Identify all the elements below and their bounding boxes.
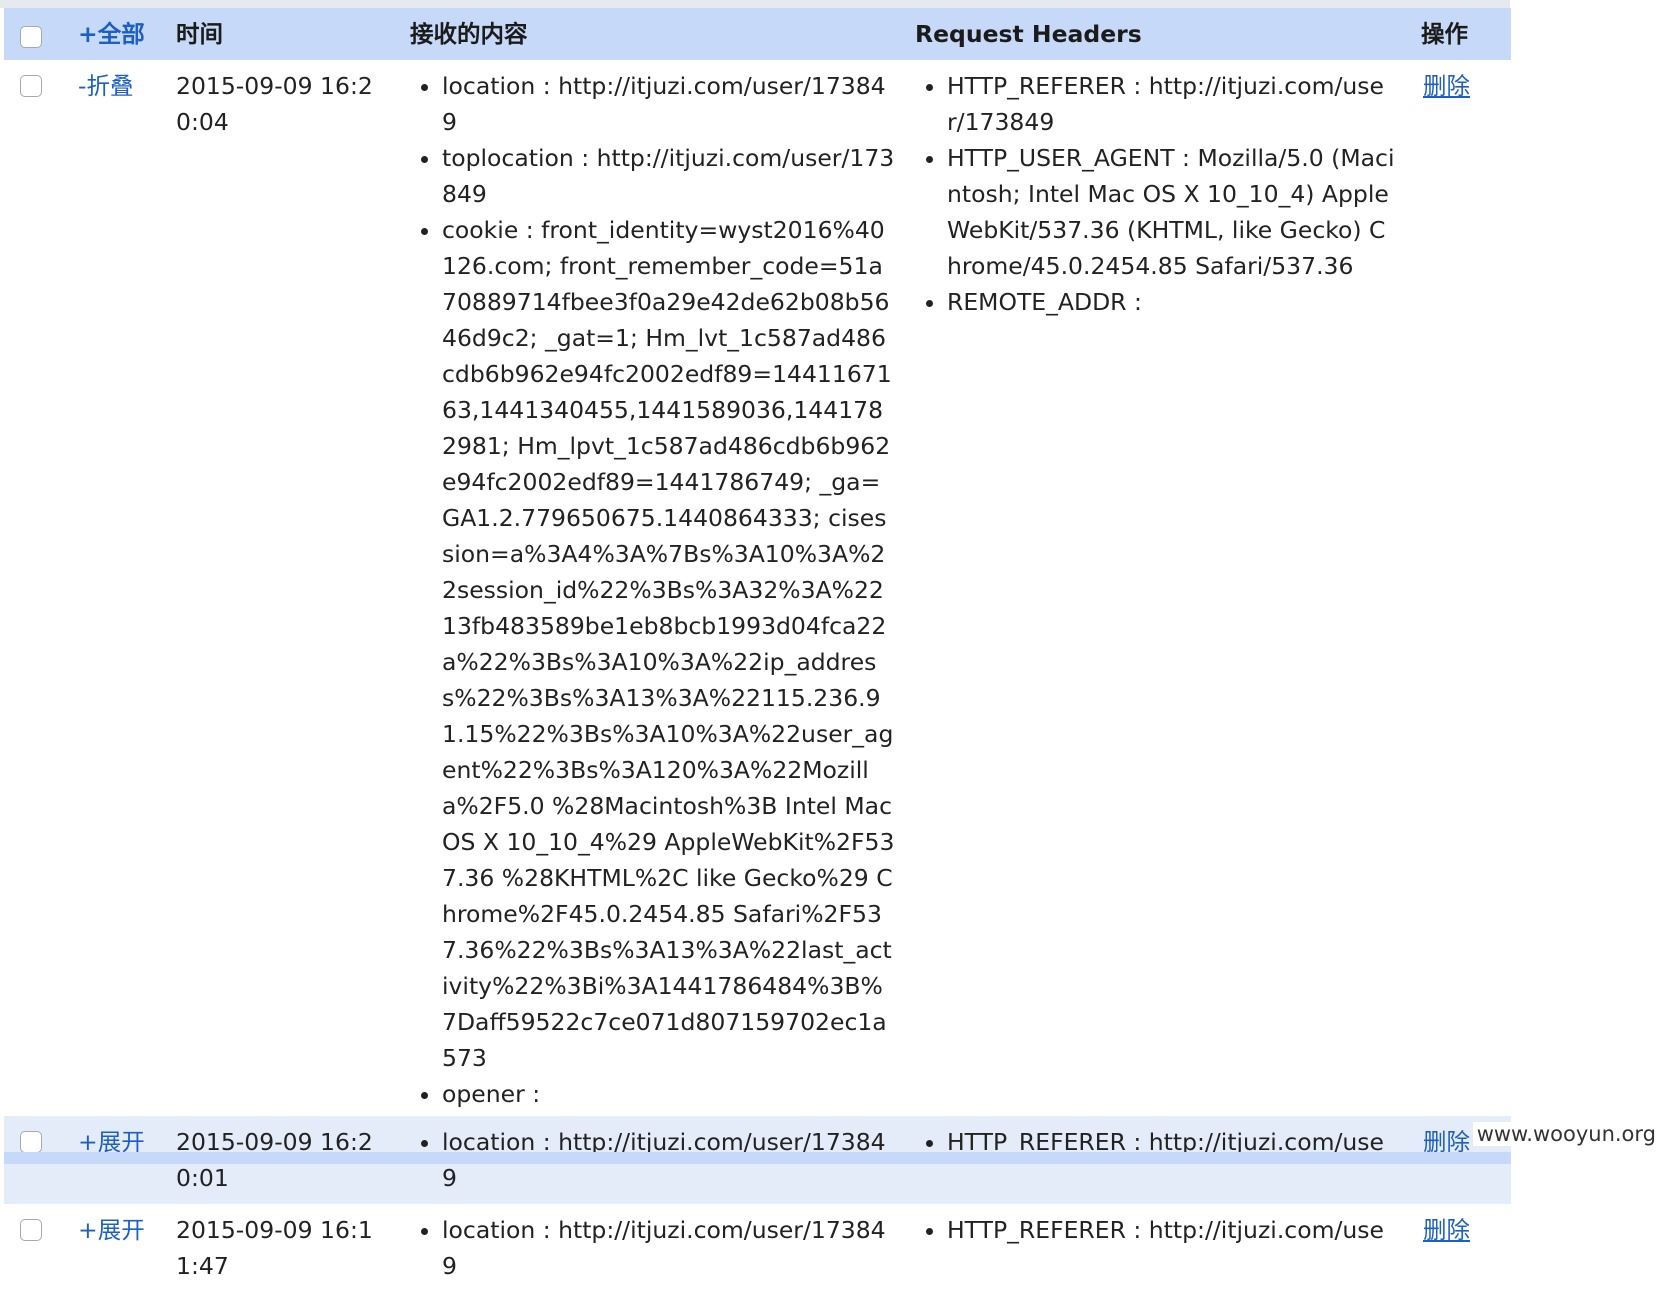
expand-all-link[interactable]: +全部 xyxy=(78,20,145,48)
select-all-checkbox[interactable] xyxy=(20,26,42,48)
top-strip xyxy=(0,0,1510,8)
row-actions: 删除 xyxy=(1395,1204,1511,1292)
header-request-headers: Request Headers xyxy=(895,8,1395,60)
row-checkbox[interactable] xyxy=(20,1219,42,1241)
content-item-opener: opener : xyxy=(442,1076,895,1112)
row-headers: HTTP_REFERER : http://itjuzi.com/use xyxy=(895,1204,1395,1292)
row-toggle-cell: -折叠 xyxy=(54,60,156,1116)
content-item-cookie: cookie : front_identity=wyst2016%40126.c… xyxy=(442,212,895,1076)
content-item-location: location : http://itjuzi.com/user/173849 xyxy=(442,1212,895,1284)
header-content: 接收的内容 xyxy=(390,8,895,60)
content-list: location : http://itjuzi.com/user/173849 xyxy=(410,1212,895,1284)
header-select-cell xyxy=(4,8,54,60)
row-content: location : http://itjuzi.com/user/173849 xyxy=(390,1204,895,1292)
row-toggle-cell: +展开 xyxy=(54,1204,156,1292)
row-select-cell xyxy=(4,60,54,1116)
collapse-link[interactable]: -折叠 xyxy=(78,72,133,100)
row-time: 2015-09-09 16:20:04 xyxy=(176,72,373,136)
row-actions: 删除 xyxy=(1395,60,1511,1116)
header-time: 时间 xyxy=(156,8,390,60)
next-row-strip xyxy=(4,1152,1511,1164)
header-actions: 操作 xyxy=(1395,8,1511,60)
table-row: -折叠 2015-09-09 16:20:04 location : http:… xyxy=(4,60,1511,1116)
headers-list: HTTP_REFERER : http://itjuzi.com/user/17… xyxy=(915,68,1395,320)
content-list: location : http://itjuzi.com/user/173849… xyxy=(410,68,895,1112)
headers-list: HTTP_REFERER : http://itjuzi.com/use xyxy=(915,1212,1395,1248)
header-item-remote-addr: REMOTE_ADDR : xyxy=(947,284,1395,320)
header-expand-cell: +全部 xyxy=(54,8,156,60)
row-select-cell xyxy=(4,1204,54,1292)
log-table: +全部 时间 接收的内容 Request Headers 操作 -折叠 2015… xyxy=(4,8,1511,1292)
row-checkbox[interactable] xyxy=(20,75,42,97)
content-item-location: location : http://itjuzi.com/user/173849 xyxy=(442,68,895,140)
watermark: www.wooyun.org xyxy=(1472,1122,1660,1146)
row-time: 2015-09-09 16:11:47 xyxy=(176,1216,373,1280)
delete-link[interactable]: 删除 xyxy=(1423,72,1470,100)
header-item-referer: HTTP_REFERER : http://itjuzi.com/user/17… xyxy=(947,68,1395,140)
row-checkbox[interactable] xyxy=(20,1131,42,1153)
table-header: +全部 时间 接收的内容 Request Headers 操作 xyxy=(4,8,1511,60)
content-item-toplocation: toplocation : http://itjuzi.com/user/173… xyxy=(442,140,895,212)
row-content: location : http://itjuzi.com/user/173849… xyxy=(390,60,895,1116)
header-item-referer: HTTP_REFERER : http://itjuzi.com/use xyxy=(947,1212,1395,1248)
header-item-user-agent: HTTP_USER_AGENT : Mozilla/5.0 (Macintosh… xyxy=(947,140,1395,284)
row-headers: HTTP_REFERER : http://itjuzi.com/user/17… xyxy=(895,60,1395,1116)
table-row: +展开 2015-09-09 16:11:47 location : http:… xyxy=(4,1204,1511,1292)
